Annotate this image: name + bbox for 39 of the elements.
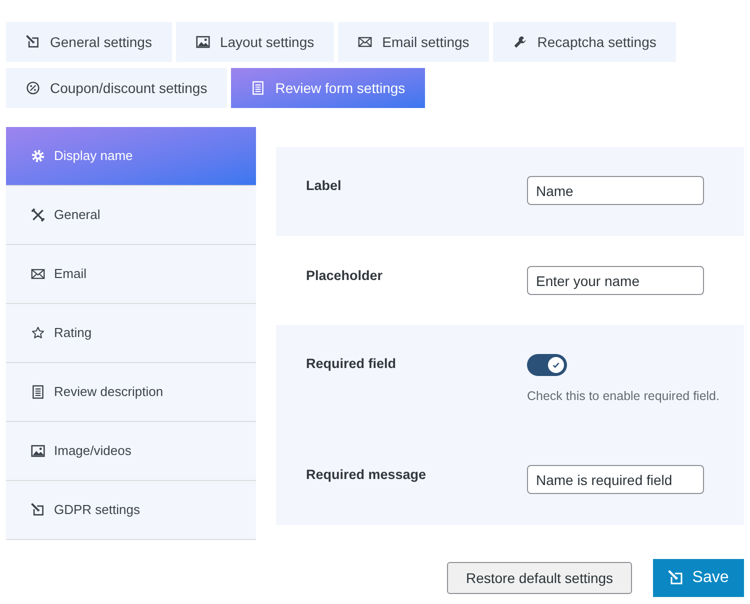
gear-icon — [31, 149, 45, 163]
pen-square-icon — [668, 570, 684, 586]
settings-tab[interactable]: Email settings — [338, 22, 490, 62]
pen-square-icon — [31, 503, 45, 517]
sidebar-item[interactable]: Image/videos — [6, 422, 256, 481]
field-label: Placeholder — [306, 267, 384, 285]
sidebar-item[interactable]: GDPR settings — [6, 481, 256, 540]
settings-tab[interactable]: General settings — [6, 22, 172, 62]
image-icon — [31, 444, 45, 458]
field-label: Label — [306, 177, 342, 195]
settings-tab[interactable]: Coupon/discount settings — [6, 68, 228, 108]
envelope-icon — [31, 267, 45, 281]
sidebar-item[interactable]: Rating — [6, 304, 256, 363]
save-button[interactable]: Save — [653, 559, 744, 597]
settings-tab[interactable]: Layout settings — [176, 22, 334, 62]
text-input[interactable]: Name is required field — [527, 465, 704, 494]
toggle-switch[interactable] — [527, 354, 567, 376]
pen-square-icon — [26, 35, 40, 49]
text-input[interactable]: Enter your name — [527, 266, 704, 295]
wrench-icon — [513, 35, 528, 49]
restore-defaults-button[interactable]: Restore default settings — [447, 562, 632, 594]
document-icon — [251, 81, 266, 95]
percent-icon — [26, 81, 40, 95]
sidebar-item[interactable]: Review description — [6, 363, 256, 422]
help-text: Check this to enable required field. — [527, 388, 720, 405]
check-icon — [548, 357, 564, 373]
star-icon — [31, 326, 45, 340]
field-label: Required field — [306, 355, 398, 373]
tools-icon — [31, 208, 45, 222]
envelope-icon — [358, 35, 372, 49]
settings-tab[interactable]: Review form settings — [231, 68, 426, 108]
field-label: Required message — [306, 466, 428, 484]
text-input[interactable]: Name — [527, 176, 704, 205]
sidebar-item[interactable]: General — [6, 186, 256, 245]
sidebar-item[interactable]: Email — [6, 245, 256, 304]
document-icon — [31, 385, 45, 399]
sidebar-item[interactable]: Display name — [6, 127, 256, 186]
settings-tab[interactable]: Recaptcha settings — [493, 22, 676, 62]
image-icon — [196, 35, 210, 49]
